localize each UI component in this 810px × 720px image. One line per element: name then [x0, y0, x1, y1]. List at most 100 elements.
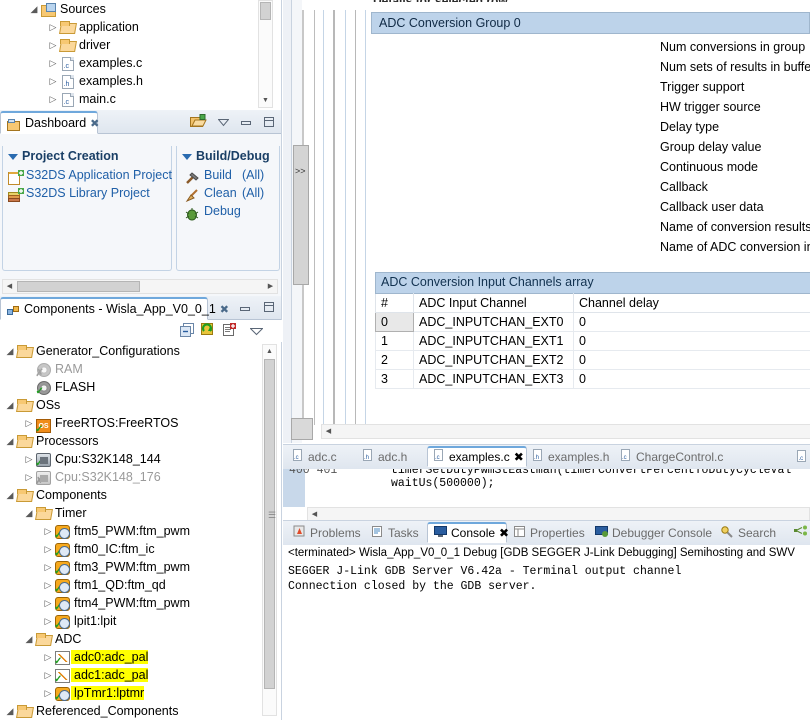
- project-explorer-vscrollbar[interactable]: ▼: [258, 0, 273, 108]
- column-header[interactable]: #: [375, 293, 414, 313]
- tree-item[interactable]: Timer: [0, 504, 258, 522]
- tree-expand-arrow[interactable]: [42, 580, 54, 591]
- link-s32ds-application-project[interactable]: S32DS Application Project: [26, 168, 172, 182]
- scrollbar-thumb[interactable]: ☰: [264, 359, 276, 689]
- channel-delay-cell[interactable]: 0: [573, 312, 810, 332]
- channel-delay-cell[interactable]: 0: [573, 331, 810, 351]
- editor-tab[interactable]: .h examples.h: [527, 446, 615, 467]
- tree-item[interactable]: .hexamples.h: [0, 72, 255, 90]
- scroll-down-arrow[interactable]: ▼: [259, 94, 272, 107]
- tree-expand-arrow[interactable]: [23, 454, 35, 465]
- tree-item[interactable]: ✓ftm1_QD:ftm_qd: [0, 576, 258, 595]
- maximize-icon[interactable]: [263, 116, 275, 131]
- tree-item[interactable]: driver: [0, 36, 255, 54]
- bottom-tab[interactable]: Search: [714, 522, 782, 543]
- tree-item[interactable]: ✓ FLASH: [0, 378, 258, 397]
- scroll-left-arrow[interactable]: ◀: [3, 280, 16, 293]
- channel-name-cell[interactable]: ADC_INPUTCHAN_EXT0: [413, 312, 574, 332]
- tree-item[interactable]: OSs: [0, 396, 258, 414]
- row-index-cell[interactable]: 0: [375, 312, 414, 332]
- tree-item[interactable]: OS✓FreeRTOS:FreeRTOS: [0, 414, 258, 435]
- channel-name-cell[interactable]: ADC_INPUTCHAN_EXT3: [413, 369, 574, 389]
- tree-expand-arrow[interactable]: [23, 418, 35, 429]
- editor-hscrollbar[interactable]: ◀: [307, 507, 810, 521]
- import-component-icon[interactable]: [222, 323, 237, 340]
- project-explorer-tree[interactable]: Sourcesapplicationdriver.cexamples.c.hex…: [0, 0, 255, 108]
- tree-item[interactable]: Processors: [0, 432, 258, 450]
- editor-tab[interactable]: .c ChargeControl.c: [615, 446, 727, 467]
- tab-dashboard[interactable]: Dashboard ✖: [0, 111, 99, 134]
- row-index-cell[interactable]: 1: [375, 331, 414, 351]
- bottom-tab[interactable]: Problems: [287, 522, 365, 543]
- tree-expand-arrow[interactable]: [28, 4, 40, 15]
- code-editor[interactable]: 400 401 timerSetDutyPwmStEastman(timerCo…: [283, 469, 810, 521]
- table-row[interactable]: 3 ADC_INPUTCHAN_EXT3 0: [375, 369, 810, 389]
- scroll-right-arrow[interactable]: ▶: [264, 280, 277, 293]
- tree-expand-arrow[interactable]: [42, 598, 54, 609]
- link-s32ds-library-project[interactable]: S32DS Library Project: [26, 186, 150, 200]
- tree-item[interactable]: ADC: [0, 630, 258, 648]
- open-perspective-icon[interactable]: [190, 114, 207, 132]
- tree-expand-arrow[interactable]: [42, 562, 54, 573]
- tree-expand-arrow[interactable]: [23, 508, 35, 519]
- tree-item[interactable]: Sources: [0, 0, 255, 18]
- scroll-up-arrow[interactable]: ▲: [263, 345, 276, 358]
- table-row[interactable]: 1 ADC_INPUTCHAN_EXT1 0: [375, 331, 810, 351]
- tree-item[interactable]: ✓ftm4_PWM:ftm_pwm: [0, 594, 258, 613]
- editor-tab[interactable]: .c adc.c: [287, 446, 357, 467]
- editor-tab[interactable]: .h adc.h: [357, 446, 427, 467]
- dashboard-hscrollbar[interactable]: ◀ ▶: [2, 279, 278, 294]
- tree-item[interactable]: ✓Cpu:S32K148_144: [0, 450, 258, 469]
- link-build[interactable]: Build: [204, 168, 232, 182]
- group-collapse-arrow-2[interactable]: [182, 154, 192, 160]
- bottom-tab[interactable]: Console ✖: [427, 522, 509, 543]
- link-debug[interactable]: Debug: [204, 204, 241, 218]
- scrollbar-thumb[interactable]: [260, 2, 271, 20]
- tree-expand-arrow[interactable]: [4, 706, 16, 717]
- channel-name-cell[interactable]: ADC_INPUTCHAN_EXT2: [413, 350, 574, 370]
- view-menu-icon[interactable]: [217, 116, 230, 130]
- tree-expand-arrow[interactable]: [4, 436, 16, 447]
- scroll-left-arrow[interactable]: ◀: [322, 425, 335, 438]
- tree-expand-arrow[interactable]: [42, 688, 54, 699]
- tree-item[interactable]: ✓ftm3_PWM:ftm_pwm: [0, 558, 258, 577]
- bottom-tab[interactable]: Properties: [507, 522, 589, 543]
- tree-item[interactable]: ✓lpit1:lpit: [0, 612, 258, 631]
- tree-item[interactable]: Generator_Configurations: [0, 342, 258, 360]
- column-header[interactable]: ADC Input Channel: [413, 293, 574, 313]
- tree-item[interactable]: ✓adc0:adc_pal: [0, 648, 258, 667]
- close-icon[interactable]: ✖: [90, 117, 99, 130]
- tree-expand-arrow[interactable]: [47, 94, 59, 105]
- view-menu-icon[interactable]: [249, 325, 264, 339]
- tree-expand-arrow[interactable]: [4, 400, 16, 411]
- tree-expand-arrow[interactable]: [47, 58, 59, 69]
- tree-expand-arrow[interactable]: [47, 76, 59, 87]
- row-index-cell[interactable]: 3: [375, 369, 414, 389]
- channel-delay-cell[interactable]: 0: [573, 369, 810, 389]
- tree-item[interactable]: .cmain.c: [0, 90, 255, 108]
- channels-table[interactable]: # ADC Input Channel Channel delay 0 ADC_INPU…: [375, 293, 810, 389]
- more-tabs-icon[interactable]: .c: [797, 450, 808, 466]
- tree-expand-arrow[interactable]: [47, 22, 59, 33]
- tree-expand-arrow[interactable]: [42, 544, 54, 555]
- row-index-cell[interactable]: 2: [375, 350, 414, 370]
- tree-expand-arrow[interactable]: [23, 472, 35, 483]
- tab-components[interactable]: Components - Wisla_App_V0_0_1 ✖: [0, 297, 229, 320]
- bottom-tab[interactable]: Debugger Console: [589, 522, 714, 543]
- tree-expand-arrow[interactable]: [42, 670, 54, 681]
- sash-grip[interactable]: [291, 418, 313, 440]
- tree-expand-arrow[interactable]: [42, 652, 54, 663]
- bottom-tab[interactable]: Tasks: [365, 522, 427, 543]
- tree-item[interactable]: Referenced_Components: [0, 702, 258, 720]
- table-row[interactable]: 0 ADC_INPUTCHAN_EXT0 0: [375, 312, 810, 332]
- tree-item[interactable]: ✓ftm0_IC:ftm_ic: [0, 540, 258, 559]
- components-tree[interactable]: Generator_Configurations✗RAM✓FLASHOSsOS✓…: [0, 342, 258, 720]
- close-icon[interactable]: ✖: [514, 450, 524, 464]
- tree-expand-arrow[interactable]: [42, 526, 54, 537]
- tree-item[interactable]: ✓adc1:adc_pal: [0, 666, 258, 685]
- view-more-icon[interactable]: [794, 525, 809, 542]
- components-vscrollbar[interactable]: ▲ ☰: [262, 344, 277, 716]
- tree-item[interactable]: ✓lpTmr1:lptmr: [0, 684, 258, 703]
- generate-code-icon[interactable]: [201, 323, 216, 340]
- tree-expand-arrow[interactable]: [47, 40, 59, 51]
